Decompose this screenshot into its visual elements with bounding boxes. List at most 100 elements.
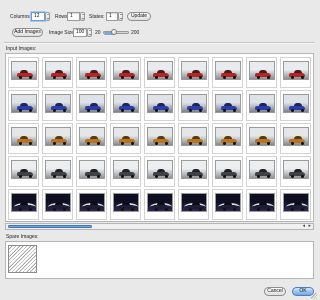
- wheel: [87, 109, 90, 112]
- image-cell[interactable]: [76, 90, 107, 121]
- wheel: [53, 76, 56, 79]
- image-cell[interactable]: [178, 189, 209, 220]
- image-cell[interactable]: [212, 90, 243, 121]
- wheel: [131, 175, 134, 178]
- image-cell[interactable]: [42, 90, 73, 121]
- wheel: [155, 76, 158, 79]
- car-thumbnail: [181, 160, 207, 179]
- wheel: [199, 175, 202, 178]
- top-separator: [4, 42, 314, 44]
- image-cell[interactable]: [178, 57, 209, 88]
- car-thumbnail: [147, 160, 173, 179]
- image-cell[interactable]: [280, 123, 311, 154]
- spare-images-panel[interactable]: [5, 241, 314, 279]
- image-cell[interactable]: [76, 57, 107, 88]
- cancel-button[interactable]: Cancel: [264, 287, 286, 296]
- scrollbar-thumb[interactable]: [8, 225, 92, 228]
- image-cell[interactable]: [178, 156, 209, 187]
- wheel: [131, 76, 134, 79]
- car-thumbnail: [79, 193, 105, 212]
- wheel: [199, 109, 202, 112]
- columns-field[interactable]: 12: [31, 12, 45, 21]
- image-cell[interactable]: [144, 57, 175, 88]
- image-cell[interactable]: [246, 189, 277, 220]
- car-thumbnail: [45, 94, 71, 113]
- wheel: [189, 208, 192, 211]
- update-button[interactable]: Update: [127, 12, 151, 21]
- image-cell[interactable]: [212, 57, 243, 88]
- image-cell[interactable]: [246, 90, 277, 121]
- image-cell[interactable]: [110, 123, 141, 154]
- car-thumbnail: [79, 127, 105, 146]
- rows-stepper[interactable]: [80, 12, 85, 21]
- image-cell[interactable]: [110, 156, 141, 187]
- wheel: [291, 76, 294, 79]
- wheel: [199, 142, 202, 145]
- car-thumbnail: [147, 61, 173, 80]
- car-thumbnail: [283, 61, 309, 80]
- image-cell[interactable]: [280, 189, 311, 220]
- states-stepper[interactable]: [118, 12, 123, 21]
- image-cell[interactable]: [280, 156, 311, 187]
- car-thumbnail: [113, 61, 139, 80]
- wheel: [301, 208, 304, 211]
- image-cell[interactable]: [110, 57, 141, 88]
- image-cell[interactable]: [8, 189, 39, 220]
- image-cell[interactable]: [212, 189, 243, 220]
- add-images-button[interactable]: Add Images: [12, 28, 43, 37]
- columns-label: Columns:: [10, 14, 32, 20]
- image-cell[interactable]: [144, 189, 175, 220]
- resize-grip[interactable]: [311, 293, 317, 299]
- image-cell[interactable]: [246, 156, 277, 187]
- wheel: [267, 109, 270, 112]
- image-size-field[interactable]: 100: [73, 28, 87, 37]
- car-thumbnail: [215, 61, 241, 80]
- states-field[interactable]: 1: [106, 12, 118, 21]
- image-cell[interactable]: [178, 123, 209, 154]
- image-cell[interactable]: [8, 57, 39, 88]
- image-cell[interactable]: [8, 156, 39, 187]
- wheel: [19, 142, 22, 145]
- image-cell[interactable]: [212, 156, 243, 187]
- image-cell[interactable]: [280, 57, 311, 88]
- image-cell[interactable]: [8, 123, 39, 154]
- image-cell[interactable]: [76, 123, 107, 154]
- spare-image-slot[interactable]: [8, 245, 37, 273]
- input-images-scrollbar[interactable]: ◂ ▸: [5, 223, 314, 230]
- wheel: [155, 208, 158, 211]
- wheel: [257, 208, 260, 211]
- image-cell[interactable]: [42, 57, 73, 88]
- wheel: [223, 109, 226, 112]
- image-cell[interactable]: [246, 57, 277, 88]
- wheel: [257, 142, 260, 145]
- columns-stepper[interactable]: [45, 12, 50, 21]
- wheel: [131, 109, 134, 112]
- image-cell[interactable]: [76, 189, 107, 220]
- image-cell[interactable]: [246, 123, 277, 154]
- wheel: [121, 76, 124, 79]
- image-cell[interactable]: [212, 123, 243, 154]
- image-cell[interactable]: [280, 90, 311, 121]
- image-cell[interactable]: [42, 156, 73, 187]
- image-cell[interactable]: [76, 156, 107, 187]
- image-cell[interactable]: [42, 189, 73, 220]
- image-cell[interactable]: [178, 90, 209, 121]
- scroll-left-arrow[interactable]: ◂: [302, 224, 305, 229]
- slider-knob[interactable]: [111, 29, 118, 35]
- car-thumbnail: [113, 160, 139, 179]
- image-cell[interactable]: [42, 123, 73, 154]
- wheel: [29, 142, 32, 145]
- scroll-right-arrow[interactable]: ▸: [308, 224, 311, 229]
- input-images-panel[interactable]: [5, 53, 314, 222]
- image-cell[interactable]: [144, 123, 175, 154]
- wheel: [53, 109, 56, 112]
- rows-field[interactable]: 1: [67, 12, 80, 21]
- image-size-stepper[interactable]: [87, 28, 92, 37]
- wheel: [267, 142, 270, 145]
- image-cell[interactable]: [110, 90, 141, 121]
- image-cell[interactable]: [144, 90, 175, 121]
- image-cell[interactable]: [110, 189, 141, 220]
- image-cell[interactable]: [144, 156, 175, 187]
- image-cell[interactable]: [8, 90, 39, 121]
- car-thumbnail: [79, 61, 105, 80]
